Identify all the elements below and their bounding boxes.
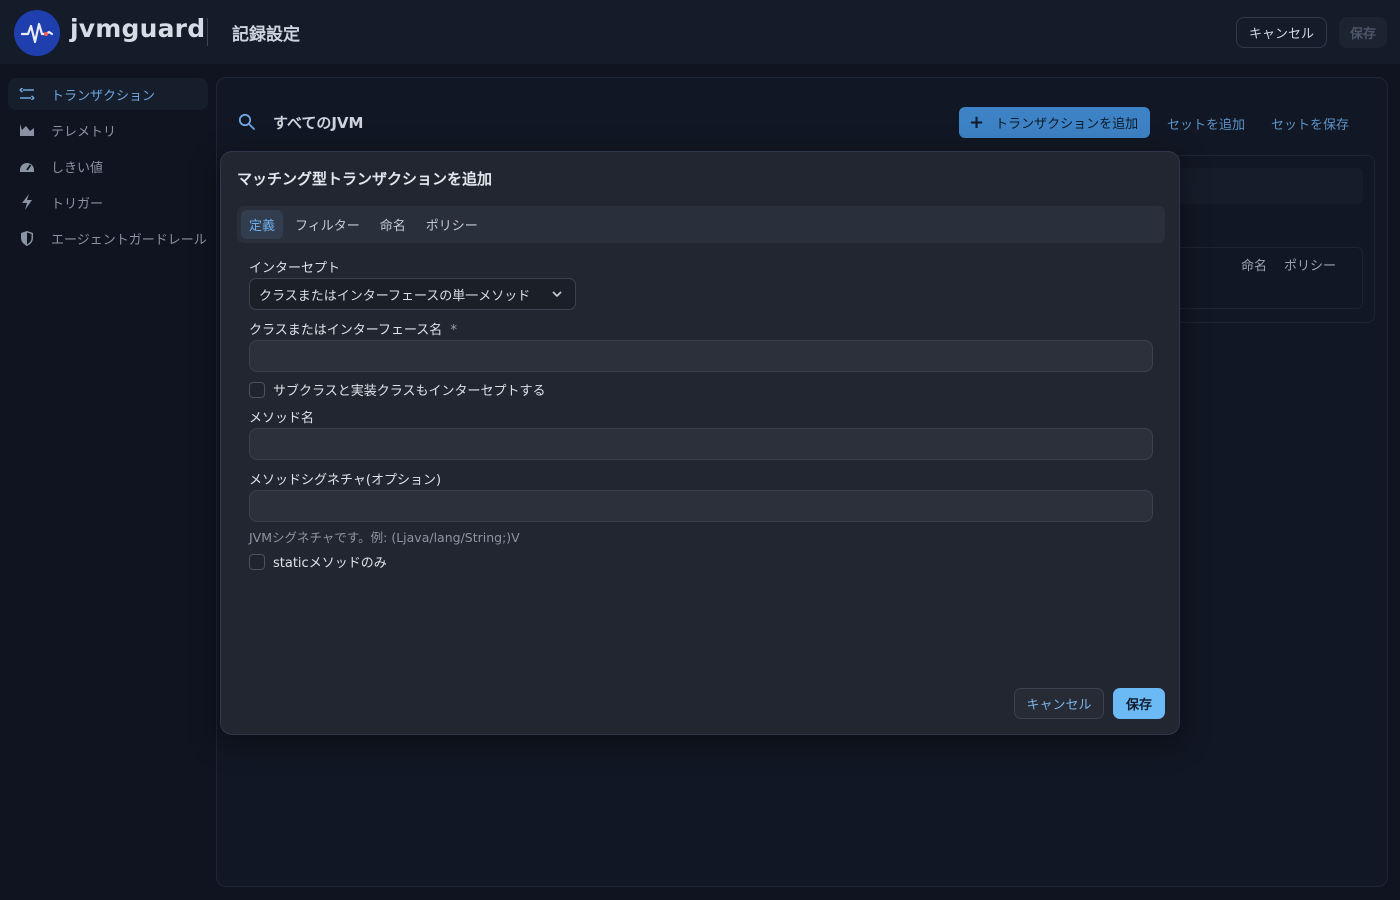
add-transaction-dialog: マッチング型トランザクションを追加 定義 フィルター 命名 ポリシー インターセ… xyxy=(220,151,1180,735)
brand-name: jvmguard xyxy=(70,14,206,43)
intercept-selected-value: クラスまたはインターフェースの単一メソッド xyxy=(259,288,531,304)
dialog-title: マッチング型トランザクションを追加 xyxy=(237,170,493,188)
gauge-icon xyxy=(18,158,36,174)
transactions-icon xyxy=(18,86,36,102)
subclass-check-row[interactable]: サブクラスと実装クラスもインターセプトする xyxy=(249,380,545,399)
dialog-cancel-button[interactable]: キャンセル xyxy=(1014,688,1104,719)
static-only-checkbox[interactable] xyxy=(249,553,265,570)
class-name-input[interactable] xyxy=(249,340,1153,372)
add-transaction-label: トランザクションを追加 xyxy=(995,117,1139,132)
chart-icon xyxy=(18,122,36,138)
add-set-button[interactable]: セットを追加 xyxy=(1167,114,1245,133)
class-name-label: クラスまたはインターフェース名 * xyxy=(249,319,457,338)
dialog-save-button[interactable]: 保存 xyxy=(1113,688,1165,719)
lightning-icon xyxy=(18,194,36,210)
jvm-scope-selector[interactable]: すべてのJVM xyxy=(273,112,363,133)
method-name-input[interactable] xyxy=(249,428,1153,460)
sidebar-item-label: エージェントガードレール xyxy=(51,232,207,248)
intercept-select[interactable]: クラスまたはインターフェースの単一メソッド xyxy=(249,278,576,310)
plus-icon: + xyxy=(969,112,985,133)
sidebar: トランザクション テレメトリ しきい値 トリガー エージェントガードレール xyxy=(8,78,208,258)
chevron-down-icon xyxy=(551,288,563,304)
header-divider xyxy=(207,18,208,46)
tab-definition[interactable]: 定義 xyxy=(241,210,284,239)
method-signature-label: メソッドシグネチャ(オプション) xyxy=(249,473,442,488)
tab-policy[interactable]: ポリシー xyxy=(418,210,486,239)
column-header-naming[interactable]: 命名 xyxy=(1241,255,1267,274)
column-header-policy[interactable]: ポリシー xyxy=(1284,255,1336,274)
required-mark: * xyxy=(450,323,457,338)
sidebar-item-label: トランザクション xyxy=(51,88,156,104)
app-header: jvmguard 記録設定 キャンセル 保存 xyxy=(0,0,1400,64)
dialog-tabs: 定義 フィルター 命名 ポリシー xyxy=(237,206,1165,243)
subclass-check-label: サブクラスと実装クラスもインターセプトする xyxy=(273,384,546,399)
method-name-label: メソッド名 xyxy=(249,411,315,426)
tab-filter[interactable]: フィルター xyxy=(287,210,368,239)
search-icon[interactable] xyxy=(238,113,256,135)
sidebar-item-transactions[interactable]: トランザクション xyxy=(8,78,208,110)
save-set-button[interactable]: セットを保存 xyxy=(1271,114,1349,133)
header-cancel-button[interactable]: キャンセル xyxy=(1236,17,1327,48)
sidebar-item-label: しきい値 xyxy=(51,160,104,176)
sidebar-item-telemetry[interactable]: テレメトリ xyxy=(8,114,208,146)
sidebar-item-triggers[interactable]: トリガー xyxy=(8,186,208,218)
shield-icon xyxy=(18,230,36,246)
sidebar-item-label: トリガー xyxy=(51,196,104,212)
card-toolbar xyxy=(1170,168,1363,204)
static-check-row[interactable]: staticメソッドのみ xyxy=(249,552,387,571)
method-signature-input[interactable] xyxy=(249,490,1153,522)
tab-naming[interactable]: 命名 xyxy=(372,210,414,239)
header-save-button[interactable]: 保存 xyxy=(1339,17,1387,48)
logo-icon xyxy=(14,10,60,56)
sidebar-item-agent-guardrails[interactable]: エージェントガードレール xyxy=(8,222,208,254)
intercept-label: インターセプト xyxy=(249,261,341,276)
sidebar-item-thresholds[interactable]: しきい値 xyxy=(8,150,208,182)
signature-hint: JVMシグネチャです。例: (Ljava/lang/String;)V xyxy=(249,530,520,545)
add-transaction-button[interactable]: + トランザクションを追加 xyxy=(959,107,1150,138)
sidebar-item-label: テレメトリ xyxy=(51,124,117,140)
class-name-label-text: クラスまたはインターフェース名 xyxy=(249,323,443,338)
static-check-label: staticメソッドのみ xyxy=(273,556,387,571)
subclass-checkbox[interactable] xyxy=(249,381,265,398)
page-title: 記録設定 xyxy=(232,25,300,45)
